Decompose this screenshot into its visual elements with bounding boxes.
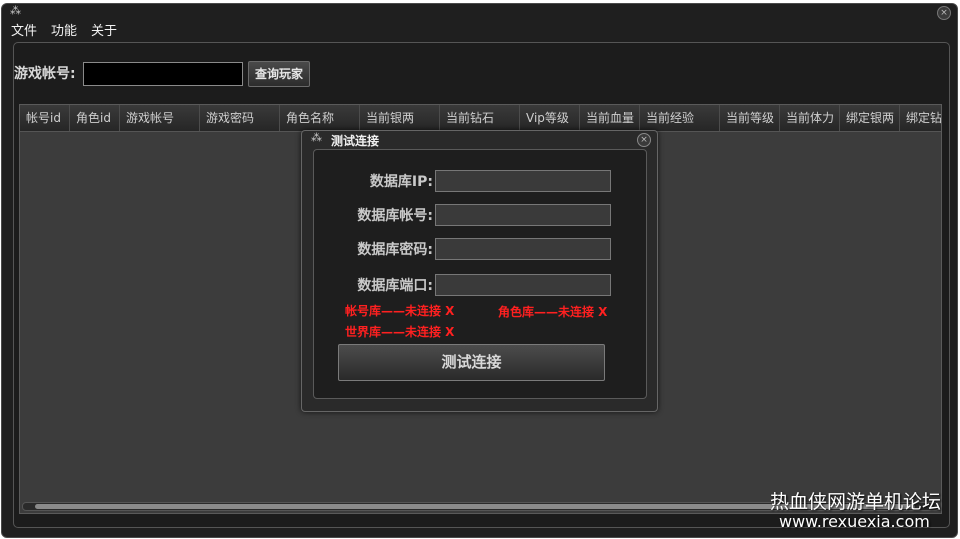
col-header[interactable]: 游戏密码 [200,105,280,131]
col-header[interactable]: 当前等级 [720,105,780,131]
dialog-app-icon: ⁂ [311,131,322,144]
col-header[interactable]: 帐号id [20,105,70,131]
search-label: 游戏帐号: [14,66,76,82]
dialog-form: 数据库IP: 数据库帐号: 数据库密码: 数据库端口: 帐号库——未连接 X 角… [313,149,647,399]
menu-function[interactable]: 功能 [51,20,77,39]
col-header[interactable]: 角色名称 [280,105,360,131]
db-account-label: 数据库帐号: [357,208,433,224]
app-icon: ⁂ [10,4,21,17]
col-header[interactable]: 当前血量 [580,105,640,131]
db-ip-input[interactable] [435,170,611,192]
col-header[interactable]: Vip等级 [520,105,580,131]
col-header[interactable]: 当前经验 [640,105,720,131]
db-password-input[interactable] [435,238,611,260]
test-connection-dialog: ⁂ 测试连接 × 数据库IP: 数据库帐号: 数据库密码: 数据库端口: 帐号库… [301,130,658,412]
db-ip-label: 数据库IP: [369,174,433,190]
col-header[interactable]: 当前银两 [360,105,440,131]
col-header[interactable]: 当前体力 [780,105,840,131]
window-close-button[interactable]: × [937,6,951,20]
col-header[interactable]: 游戏帐号 [120,105,200,131]
col-header[interactable]: 当前钻石 [440,105,520,131]
menubar: 文件 功能 关于 [11,20,117,39]
col-header[interactable]: 角色id [70,105,120,131]
query-player-button[interactable]: 查询玩家 [248,61,310,87]
menu-about[interactable]: 关于 [91,20,117,39]
db-password-label: 数据库密码: [357,242,433,258]
role-db-status: 角色库——未连接 X [498,305,608,319]
col-header[interactable]: 绑定银两 [840,105,900,131]
db-port-input[interactable] [435,274,611,296]
watermark-url: www.rexuexia.com [779,512,930,531]
world-db-status: 世界库——未连接 X [345,325,455,339]
watermark-title: 热血侠网游单机论坛 [770,491,942,513]
dialog-title: 测试连接 [331,134,380,148]
dialog-close-button[interactable]: × [637,133,651,147]
col-header[interactable]: 绑定钻 [900,105,941,131]
db-account-input[interactable] [435,204,611,226]
account-search-input[interactable] [83,62,243,86]
test-connection-button[interactable]: 测试连接 [338,344,605,381]
table-header: 帐号id 角色id 游戏帐号 游戏密码 角色名称 当前银两 当前钻石 Vip等级… [20,105,941,132]
account-db-status: 帐号库——未连接 X [345,304,455,318]
menu-file[interactable]: 文件 [11,20,37,39]
db-port-label: 数据库端口: [357,278,433,294]
